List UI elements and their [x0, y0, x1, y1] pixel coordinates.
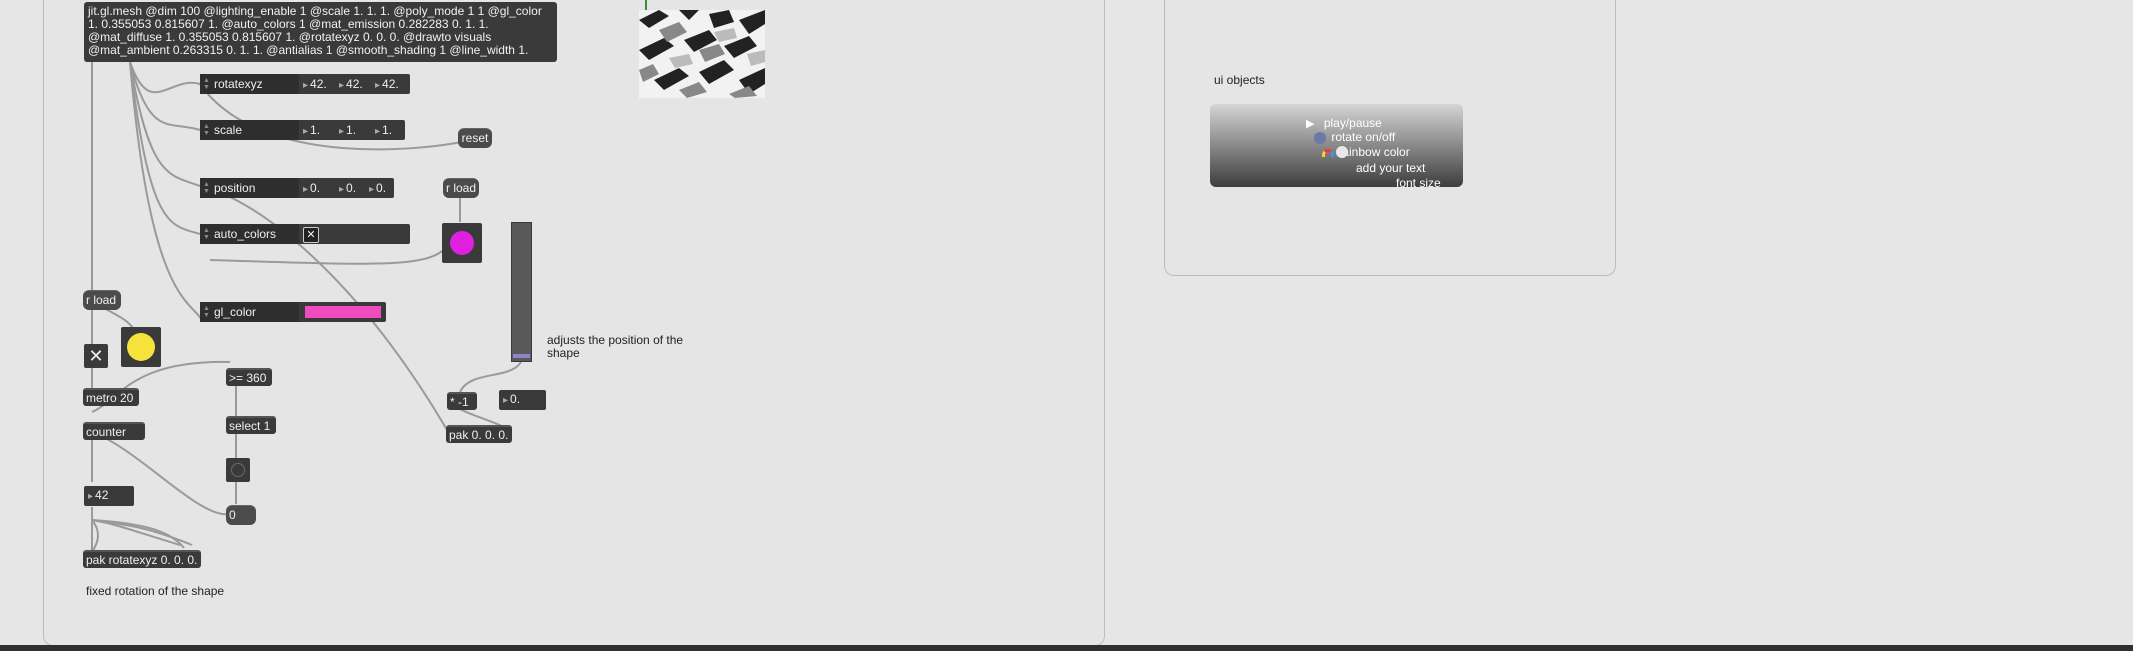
rotate-icon: [1314, 131, 1326, 144]
render-preview-window[interactable]: [639, 10, 765, 98]
yellow-bang-button[interactable]: [121, 327, 161, 367]
patch-cords: [91, 0, 647, 553]
multiply-object[interactable]: * -1: [447, 392, 477, 410]
position-x-number[interactable]: 0.: [303, 181, 320, 197]
chevron-updown-icon: ▲ ▼: [203, 227, 210, 241]
gl-color-swatch[interactable]: [305, 306, 381, 318]
attrui-scale-label: scale: [200, 120, 299, 140]
r-load-message-right[interactable]: r load: [443, 178, 479, 198]
chevron-updown-icon: ▲ ▼: [203, 77, 210, 91]
metro-toggle[interactable]: ✕: [84, 344, 108, 368]
zero-message[interactable]: 0: [226, 505, 256, 525]
attrui-gl-color-label: gl_color: [200, 302, 299, 322]
pak-position-object[interactable]: pak 0. 0. 0.: [446, 425, 512, 443]
bang-indicator: [231, 463, 245, 477]
chevron-updown-icon: ▲ ▼: [203, 181, 210, 195]
add-text-button[interactable]: add your text: [1356, 161, 1425, 175]
multiply-number-box[interactable]: 0.: [499, 390, 546, 410]
attrui-rotatexyz[interactable]: rotatexyz ▲▼ 42. 42. 42.: [200, 74, 410, 94]
gte-360-object[interactable]: >= 360: [226, 368, 272, 386]
chevron-updown-icon: ▲ ▼: [203, 123, 210, 137]
magenta-bang-button[interactable]: [442, 223, 482, 263]
position-y-number[interactable]: 0.: [339, 181, 356, 197]
auto-colors-checkbox[interactable]: ✕: [303, 227, 319, 243]
font-size-button[interactable]: font size: [1396, 176, 1441, 187]
position-slider[interactable]: [511, 222, 532, 362]
rainbow-color-label: rainbow color: [1338, 145, 1410, 159]
rainbow-icon: [1322, 148, 1334, 157]
attrui-scale[interactable]: scale ▲▼ 1. 1. 1.: [200, 120, 405, 140]
play-pause-label: play/pause: [1323, 116, 1382, 130]
rotation-comment: fixed rotation of the shape: [86, 584, 225, 598]
reset-message[interactable]: reset: [458, 128, 492, 148]
woven-mesh-preview: [639, 10, 765, 98]
play-icon: ▶: [1306, 118, 1315, 130]
attrui-auto-colors[interactable]: auto_colors ▲ ▼ ✕: [200, 224, 410, 244]
rotate-toggle-button[interactable]: rotate on/off: [1314, 130, 1395, 144]
attrui-auto-colors-label: auto_colors: [200, 224, 299, 244]
attrui-rotatexyz-label: rotatexyz: [200, 74, 299, 94]
slider-thumb[interactable]: [513, 354, 530, 358]
scale-y-number[interactable]: 1.: [339, 123, 356, 139]
attrui-gl-color[interactable]: gl_color ▲ ▼: [200, 302, 386, 322]
cursor-circle-icon: [1336, 146, 1348, 158]
attrui-position-label: position: [200, 178, 299, 198]
position-comment: adjusts the position of the shape: [547, 333, 684, 360]
bang-indicator: [448, 229, 476, 257]
jit-gl-mesh-object[interactable]: jit.gl.mesh @dim 100 @lighting_enable 1 …: [84, 2, 557, 62]
attrui-position[interactable]: position ▲▼ 0. 0. 0.: [200, 178, 394, 198]
scale-x-number[interactable]: 1.: [303, 123, 320, 139]
rotate-on-off-label: rotate on/off: [1331, 130, 1396, 144]
metro-object[interactable]: metro 20: [83, 388, 139, 406]
play-pause-button[interactable]: ▶ play/pause: [1306, 116, 1382, 131]
ui-objects-title: ui objects: [1214, 73, 1265, 87]
scale-z-number[interactable]: 1.: [375, 123, 392, 139]
small-bang-button[interactable]: [226, 458, 250, 482]
rotate-x-number[interactable]: 42.: [303, 77, 327, 93]
ui-objects-panel: ▶ play/pause rotate on/off rainbow color…: [1210, 104, 1463, 187]
position-z-number[interactable]: 0.: [369, 181, 386, 197]
rotate-z-number[interactable]: 42.: [375, 77, 399, 93]
counter-object[interactable]: counter: [83, 422, 145, 440]
rotate-y-number[interactable]: 42.: [339, 77, 363, 93]
bang-indicator: [127, 333, 155, 361]
r-load-message-left[interactable]: r load: [83, 290, 121, 310]
chevron-updown-icon: ▲ ▼: [203, 305, 210, 319]
select-object[interactable]: select 1: [226, 416, 276, 434]
pak-rotatexyz-object[interactable]: pak rotatexyz 0. 0. 0.: [83, 550, 201, 568]
counter-number-box[interactable]: 42: [84, 486, 134, 506]
